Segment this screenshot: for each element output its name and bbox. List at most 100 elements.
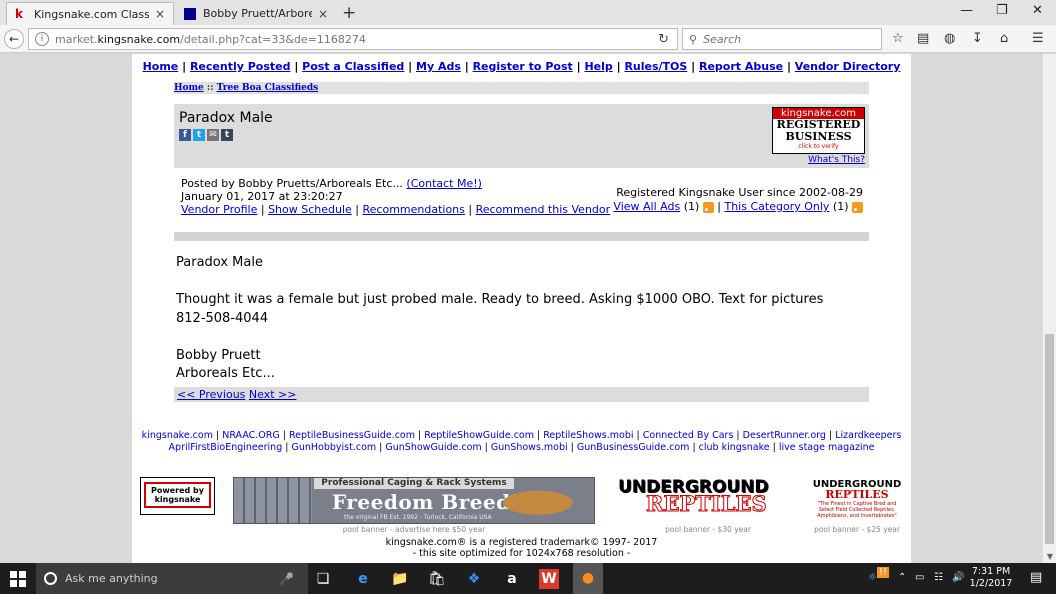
- powered-by-kingsnake-badge[interactable]: Powered by kingsnake: [140, 477, 215, 515]
- underground-reptiles-banner[interactable]: UNDERGROUND REPTILES: [618, 477, 798, 523]
- firefox-icon[interactable]: ●: [573, 563, 603, 594]
- tab-kingsnake[interactable]: k Kingsnake.com Classifieds... ×: [6, 2, 174, 25]
- rack-image: [234, 478, 312, 523]
- footer-link[interactable]: GunShowGuide.com: [385, 442, 481, 453]
- address-bar[interactable]: i market.kingsnake.com/detail.php?cat=33…: [28, 28, 678, 50]
- minimize-icon[interactable]: —: [960, 3, 973, 18]
- footer-link[interactable]: ReptileBusinessGuide.com: [289, 430, 415, 441]
- search-box[interactable]: ⚲: [682, 28, 882, 50]
- footer-link[interactable]: ReptileShows.mobi: [543, 430, 633, 441]
- contact-me-link[interactable]: (Contact Me!): [406, 177, 482, 190]
- nav-home[interactable]: Home: [143, 60, 179, 73]
- show-schedule-link[interactable]: Show Schedule: [268, 203, 352, 216]
- share-buttons: f t ✉ t: [179, 129, 233, 141]
- email-icon[interactable]: ✉: [207, 129, 219, 141]
- chevron-up-icon[interactable]: ⌃: [898, 572, 906, 583]
- action-center-icon[interactable]: ▤: [1030, 570, 1042, 585]
- bookmark-star-icon[interactable]: ☆: [892, 31, 904, 46]
- store-icon[interactable]: 🛍: [427, 569, 447, 589]
- edge-icon[interactable]: e: [353, 569, 373, 589]
- amazon-icon[interactable]: a: [502, 569, 522, 589]
- footer-link[interactable]: club kingsnake: [699, 442, 770, 453]
- search-input[interactable]: [703, 32, 874, 46]
- breadcrumb: Home :: Tree Boa Classifieds: [174, 82, 869, 94]
- rss-icon[interactable]: [702, 201, 714, 213]
- recommend-vendor-link[interactable]: Recommend this Vendor: [476, 203, 611, 216]
- close-tab-icon[interactable]: ×: [149, 7, 165, 21]
- scrollbar-thumb[interactable]: [1045, 334, 1054, 544]
- microphone-icon[interactable]: 🎤: [279, 572, 294, 586]
- nav-recently-posted[interactable]: Recently Posted: [190, 60, 291, 73]
- nav-my-ads[interactable]: My Ads: [416, 60, 461, 73]
- nav-vendor-directory[interactable]: Vendor Directory: [795, 60, 901, 73]
- dropbox-icon[interactable]: ❖: [464, 569, 484, 589]
- next-link[interactable]: Next >>: [249, 388, 297, 401]
- nav-report-abuse[interactable]: Report Abuse: [699, 60, 783, 73]
- footer-link[interactable]: Connected By Cars: [643, 430, 734, 441]
- reload-icon[interactable]: ↻: [658, 32, 669, 47]
- freedom-breeder-banner[interactable]: Professional Caging & Rack Systems Freed…: [233, 477, 595, 524]
- scroll-down-arrow-icon[interactable]: ▼: [1047, 552, 1053, 561]
- footer-link[interactable]: kingsnake.com: [142, 430, 213, 441]
- this-category-link[interactable]: This Category Only: [724, 200, 829, 213]
- breadcrumb-home[interactable]: Home: [174, 83, 204, 93]
- back-button[interactable]: ←: [4, 29, 24, 49]
- close-window-icon[interactable]: ✕: [1032, 3, 1043, 18]
- recommendations-link[interactable]: Recommendations: [363, 203, 465, 216]
- restore-icon[interactable]: ❐: [996, 3, 1008, 18]
- rss-icon[interactable]: [852, 201, 863, 213]
- menu-icon[interactable]: ☰: [1032, 31, 1044, 46]
- view-all-ads-link[interactable]: View All Ads: [613, 200, 680, 213]
- nav-register[interactable]: Register to Post: [473, 60, 573, 73]
- network-icon[interactable]: ☼: [868, 572, 877, 583]
- site-info-icon[interactable]: i: [35, 32, 49, 46]
- tab-bobby-pruett[interactable]: Bobby Pruett/Arboreals Et... ×: [176, 2, 336, 25]
- footer-link[interactable]: GunShows.mobi: [491, 442, 568, 453]
- volume-icon[interactable]: 🔊: [952, 572, 964, 583]
- windows-start-icon[interactable]: [10, 571, 26, 587]
- close-tab-icon[interactable]: ×: [312, 7, 328, 21]
- system-clock[interactable]: 7:31 PM 1/2/2017: [966, 566, 1016, 590]
- registered-business-badge[interactable]: kingsnake.com REGISTERED BUSINESS click …: [772, 107, 865, 154]
- downloads-icon[interactable]: ↧: [972, 31, 983, 46]
- footer-link[interactable]: DesertRunner.org: [743, 430, 826, 441]
- banner-caption: pool banner - $25 year: [814, 525, 900, 534]
- footer-link[interactable]: Lizardkeepers: [835, 430, 901, 441]
- whats-this-link[interactable]: What's This?: [808, 155, 865, 165]
- tab-title: Bobby Pruett/Arboreals Et...: [203, 7, 312, 20]
- battery-icon[interactable]: ▭: [915, 572, 924, 583]
- wifi-icon[interactable]: ☷: [934, 572, 943, 583]
- task-view-icon[interactable]: ❏: [313, 569, 333, 589]
- vendor-profile-link[interactable]: Vendor Profile: [181, 203, 257, 216]
- vertical-scrollbar[interactable]: ▼: [1042, 54, 1056, 563]
- nav-help[interactable]: Help: [584, 60, 612, 73]
- breadcrumb-category[interactable]: Tree Boa Classifieds: [217, 83, 319, 93]
- cortana-search-box[interactable]: Ask me anything 🎤: [36, 563, 308, 594]
- page-viewport: Home | Recently Posted | Post a Classifi…: [0, 54, 1056, 563]
- pocket-icon[interactable]: ◍: [944, 31, 955, 46]
- twitter-icon[interactable]: t: [193, 129, 205, 141]
- previous-link[interactable]: << Previous: [177, 388, 245, 401]
- facebook-icon[interactable]: f: [179, 129, 191, 141]
- tumblr-icon[interactable]: t: [221, 129, 233, 141]
- search-icon: ⚲: [689, 32, 698, 46]
- footer-link[interactable]: NRAAC.ORG: [222, 430, 280, 441]
- footer-link[interactable]: AprilFirstBioEngineering: [169, 442, 283, 453]
- new-tab-button[interactable]: +: [342, 3, 356, 23]
- notification-badge-icon[interactable]: !!: [877, 567, 890, 578]
- underground-reptiles-small-banner[interactable]: UNDERGROUND REPTILES "The Finest in Capt…: [811, 479, 903, 525]
- nav-rules[interactable]: Rules/TOS: [624, 60, 687, 73]
- nav-post-classified[interactable]: Post a Classified: [302, 60, 404, 73]
- footer-link[interactable]: GunHobbyist.com: [291, 442, 376, 453]
- footer-link[interactable]: GunBusinessGuide.com: [577, 442, 690, 453]
- ad-header: Paradox Male f t ✉ t kingsnake.com REGIS…: [174, 104, 869, 168]
- reading-list-icon[interactable]: ▤: [917, 31, 929, 46]
- footer-link[interactable]: ReptileShowGuide.com: [424, 430, 534, 441]
- cortana-placeholder: Ask me anything: [65, 572, 158, 585]
- footer-link[interactable]: live stage magazine: [779, 442, 875, 453]
- pagination-bar: << Previous Next >>: [174, 387, 869, 402]
- banner-caption: pool banner - $30 year: [665, 525, 751, 534]
- home-icon[interactable]: ⌂: [1000, 31, 1008, 46]
- file-explorer-icon[interactable]: 📁: [390, 569, 410, 589]
- wps-office-icon[interactable]: W: [539, 569, 559, 589]
